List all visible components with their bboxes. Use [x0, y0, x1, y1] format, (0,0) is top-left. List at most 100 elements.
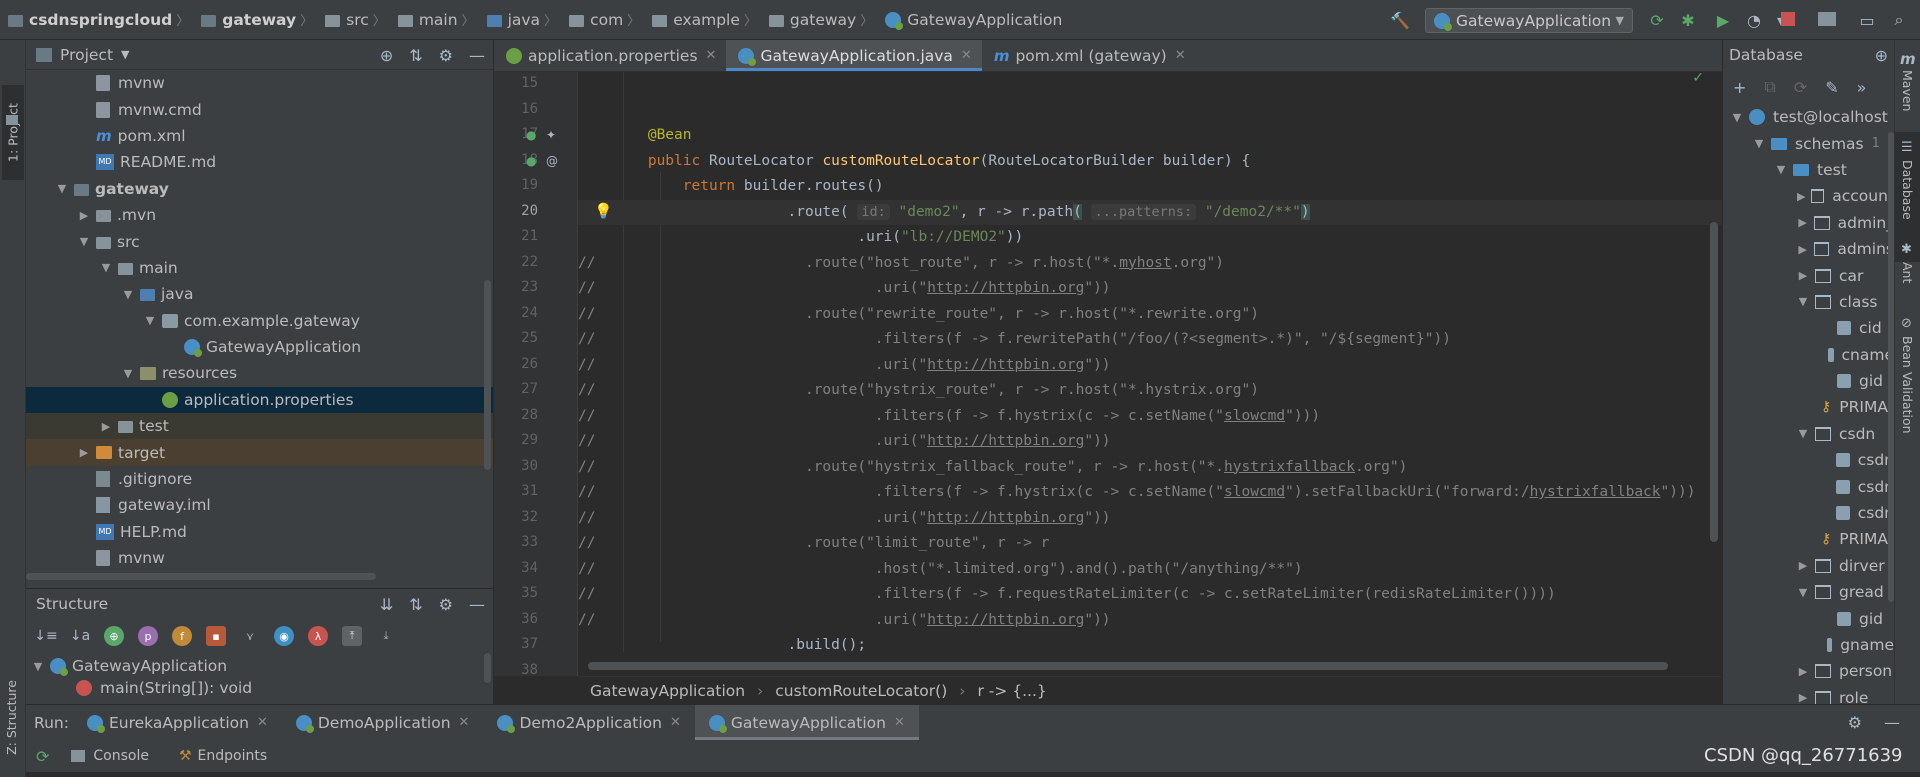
structure-tool-tab[interactable]: Z: Structure: [4, 680, 19, 755]
database-tree-item[interactable]: ▼ test@localhost: [1723, 104, 1894, 130]
database-tree-item[interactable]: gid: [1723, 368, 1894, 394]
code-line[interactable]: @Bean: [578, 123, 692, 148]
coverage-icon[interactable]: ▶: [1714, 11, 1732, 30]
collapse-arrow-icon[interactable]: ▶: [1795, 559, 1811, 572]
expand-arrow-icon[interactable]: ▼: [1729, 111, 1745, 124]
expand-arrow-icon[interactable]: ▼: [30, 660, 46, 673]
sort-by-visibility-icon[interactable]: ↓≡: [34, 626, 57, 646]
console-output[interactable]: [26, 772, 1920, 777]
show-fields-icon[interactable]: f: [172, 626, 192, 646]
locate-icon[interactable]: ⊕: [380, 46, 393, 65]
database-tree-item[interactable]: gid: [1723, 605, 1894, 631]
project-structure-icon[interactable]: [1818, 12, 1836, 26]
project-tree-item[interactable]: ▼ main: [26, 255, 493, 281]
database-tree-item[interactable]: cname: [1723, 342, 1894, 368]
close-icon[interactable]: ✕: [670, 715, 681, 730]
project-tree-item[interactable]: ▶ .mvn: [26, 202, 493, 228]
autoscroll-to-source-icon[interactable]: ⤒: [342, 626, 362, 646]
collapse-arrow-icon[interactable]: ▶: [1795, 190, 1807, 203]
locate-icon[interactable]: ⊕: [1875, 46, 1888, 65]
code-line[interactable]: public RouteLocator customRouteLocator(R…: [578, 149, 1250, 174]
tab-gateway-application[interactable]: GatewayApplication.java ✕: [726, 40, 983, 71]
database-tree-item[interactable]: csdn: [1723, 473, 1894, 499]
project-scrollbar[interactable]: [484, 280, 491, 470]
structure-root[interactable]: ▼ GatewayApplication: [26, 653, 493, 679]
project-tree-item[interactable]: mvnw: [26, 545, 493, 571]
code-line[interactable]: .route( id: "demo2", r -> r.path( ...pat…: [578, 199, 1722, 225]
code-breadcrumb-lambda[interactable]: r -> {...}: [977, 682, 1046, 700]
rerun-icon[interactable]: ⟳: [36, 747, 49, 766]
database-tree-item[interactable]: gname: [1723, 632, 1894, 658]
project-tree-item[interactable]: mvnw: [26, 70, 493, 96]
code-editor[interactable]: @Bean public RouteLocator customRouteLoc…: [578, 72, 1722, 652]
expand-arrow-icon[interactable]: ▼: [98, 261, 114, 274]
autoscroll-from-source-icon[interactable]: ⤓: [376, 626, 396, 646]
build-hammer-icon[interactable]: 🔨: [1390, 11, 1410, 30]
database-tree-item[interactable]: csdn: [1723, 500, 1894, 526]
database-tree-item[interactable]: ▼ schemas 1: [1723, 130, 1894, 156]
collapse-arrow-icon[interactable]: ▶: [1795, 665, 1811, 678]
editor-horizontal-scrollbar[interactable]: [588, 662, 1668, 670]
gear-icon[interactable]: ⚙: [1848, 713, 1862, 732]
navigate-gutter-icon[interactable]: ✦: [546, 128, 556, 142]
collapse-arrow-icon[interactable]: ▶: [76, 209, 92, 222]
add-icon[interactable]: +: [1733, 78, 1746, 97]
gear-icon[interactable]: ⚙: [439, 595, 453, 614]
spring-bean-gutter-icon[interactable]: ●: [526, 154, 536, 168]
database-tree-item[interactable]: ▼ class: [1723, 289, 1894, 315]
expand-arrow-icon[interactable]: ▼: [120, 367, 136, 380]
spring-bean-gutter-icon[interactable]: ●: [526, 128, 536, 142]
project-tree-item[interactable]: ▼ java: [26, 281, 493, 307]
run-tab-eureka[interactable]: EurekaApplication ✕: [73, 705, 282, 740]
collapse-arrow-icon[interactable]: ▶: [76, 446, 92, 459]
show-lambdas-icon[interactable]: ⋎: [240, 626, 260, 646]
close-icon[interactable]: ✕: [894, 715, 905, 730]
code-line[interactable]: // .uri("http://httpbin.org")): [578, 429, 1111, 454]
database-tree-item[interactable]: ▼ csdn: [1723, 421, 1894, 447]
show-properties-icon[interactable]: p: [138, 626, 158, 646]
database-tree-item[interactable]: ▶ car: [1723, 262, 1894, 288]
database-tree-item[interactable]: ▼ test: [1723, 157, 1894, 183]
project-tree-item[interactable]: MD README.md: [26, 149, 493, 175]
code-breadcrumb-class[interactable]: GatewayApplication: [590, 682, 745, 700]
breadcrumb-item-src[interactable]: src 〉: [317, 0, 390, 40]
tab-application-properties[interactable]: application.properties ✕: [494, 40, 726, 71]
close-icon[interactable]: ✕: [706, 48, 717, 63]
run-configuration-select[interactable]: GatewayApplication ▼: [1425, 8, 1633, 33]
collapse-arrow-icon[interactable]: ▶: [98, 420, 114, 433]
project-tree-item[interactable]: ▼ gateway: [26, 176, 493, 202]
more-icon[interactable]: »: [1857, 78, 1867, 97]
collapse-all-icon[interactable]: ⇅: [409, 595, 422, 614]
endpoints-tab[interactable]: Endpoints: [198, 748, 268, 764]
close-icon[interactable]: ✕: [961, 48, 972, 63]
code-line[interactable]: // .uri("http://httpbin.org")): [578, 276, 1111, 301]
code-line[interactable]: // .host("*.limited.org").and().path("/a…: [578, 557, 1303, 582]
code-line[interactable]: // .route("host_route", r -> r.host("*.m…: [578, 251, 1224, 276]
breadcrumb-item-class[interactable]: GatewayApplication: [877, 0, 1066, 40]
show-inherited-icon[interactable]: ⊕: [104, 626, 124, 646]
database-tree-item[interactable]: ▶ role: [1723, 685, 1894, 704]
minimize-icon[interactable]: —: [1884, 713, 1900, 732]
expand-arrow-icon[interactable]: ▼: [120, 288, 136, 301]
project-tree-item[interactable]: m pom.xml: [26, 123, 493, 149]
code-line[interactable]: // .filters(f -> f.hystrix(c -> c.setNam…: [578, 404, 1320, 429]
expand-arrow-icon[interactable]: ▼: [1795, 586, 1811, 599]
project-tree-item[interactable]: ▼ resources: [26, 360, 493, 386]
sort-alphabetically-icon[interactable]: ↓a: [70, 626, 90, 646]
refresh-icon[interactable]: ⟳: [1794, 78, 1807, 97]
navigate-gutter-icon[interactable]: @: [546, 154, 558, 168]
database-tree-item[interactable]: ⚷ PRIMARY: [1723, 526, 1894, 552]
intention-bulb-icon[interactable]: 💡: [594, 202, 613, 220]
run-tab-demo[interactable]: DemoApplication ✕: [282, 705, 484, 740]
editor-vertical-scrollbar[interactable]: [1710, 222, 1718, 542]
close-icon[interactable]: ✕: [459, 715, 470, 730]
minimize-icon[interactable]: —: [469, 595, 485, 614]
bean-validation-tool-tab[interactable]: Bean Validation: [1900, 336, 1915, 434]
search-everywhere-icon[interactable]: ⌕: [1890, 10, 1908, 29]
run-tab-gateway[interactable]: GatewayApplication ✕: [694, 705, 919, 740]
dropdown-arrow-icon[interactable]: ▼: [121, 48, 129, 61]
minimize-icon[interactable]: —: [469, 46, 485, 65]
project-tree-item[interactable]: ▶ target: [26, 439, 493, 466]
tab-pom-xml[interactable]: m pom.xml (gateway) ✕: [982, 40, 1196, 71]
code-line[interactable]: // .filters(f -> f.requestRateLimiter(c …: [578, 582, 1556, 607]
